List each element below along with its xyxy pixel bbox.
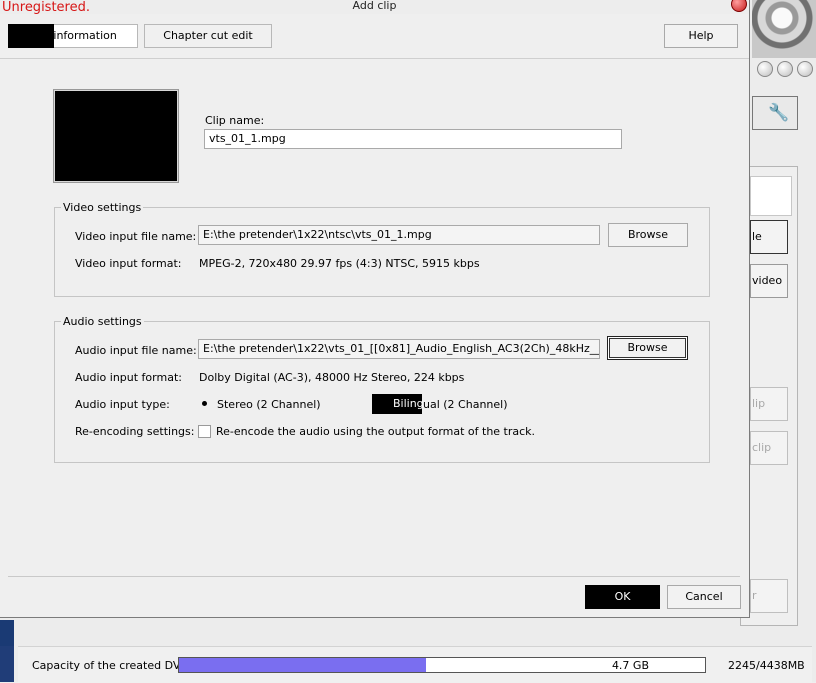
capacity-progress-fill bbox=[179, 658, 427, 672]
background-button-r[interactable]: r bbox=[750, 579, 788, 613]
minimize-icon[interactable] bbox=[757, 61, 773, 77]
background-button-clip-2[interactable]: clip bbox=[750, 431, 788, 465]
help-button[interactable]: Help bbox=[664, 24, 738, 48]
video-browse-button[interactable]: Browse bbox=[608, 223, 688, 247]
capacity-progress: 4.7 GB bbox=[178, 657, 706, 673]
capacity-bar-row: Capacity of the created DVD: 4.7 GB 2245… bbox=[18, 646, 812, 683]
reencode-checkbox-text[interactable]: Re-encode the audio using the output for… bbox=[216, 425, 535, 438]
bilingual-radio-label[interactable]: ual (2 Channel) bbox=[423, 398, 508, 411]
audio-type-label: Audio input type: bbox=[75, 398, 170, 411]
audio-file-input[interactable]: E:\the pretender\1x22\vts_01_[[0x81]_Aud… bbox=[198, 339, 600, 359]
audio-browse-button[interactable]: Browse bbox=[607, 336, 688, 360]
video-settings-group: Video settings bbox=[54, 201, 710, 297]
redaction-block: Biling bbox=[372, 394, 424, 414]
video-file-label: Video input file name: bbox=[75, 230, 197, 243]
capacity-size: 4.7 GB bbox=[611, 659, 649, 672]
clip-name-input[interactable]: vts_01_1.mpg bbox=[204, 129, 622, 149]
window-controls bbox=[757, 61, 813, 77]
audio-settings-title: Audio settings bbox=[61, 315, 144, 328]
tab-chapter-cut-edit[interactable]: Chapter cut edit bbox=[144, 24, 272, 48]
add-clip-dialog: Add clip Unregistered. Clip information … bbox=[0, 0, 750, 618]
tab-bar: Clip information Chapter cut edit Help bbox=[0, 14, 749, 59]
webcam-icon bbox=[752, 0, 816, 58]
dialog-separator bbox=[8, 576, 740, 577]
unregistered-label: Unregistered. bbox=[2, 0, 90, 15]
video-format-label: Video input format: bbox=[75, 257, 182, 270]
reencode-checkbox[interactable] bbox=[198, 425, 211, 438]
background-button-clip[interactable]: lip bbox=[750, 387, 788, 421]
video-settings-title: Video settings bbox=[61, 201, 144, 214]
capacity-label: Capacity of the created DVD: bbox=[32, 659, 193, 672]
redaction-block bbox=[8, 24, 54, 48]
clip-preview bbox=[54, 90, 178, 182]
stereo-radio[interactable] bbox=[199, 398, 211, 410]
close-icon[interactable] bbox=[797, 61, 813, 77]
video-file-input[interactable]: E:\the pretender\1x22\ntsc\vts_01_1.mpg bbox=[198, 225, 600, 245]
cancel-button[interactable]: Cancel bbox=[667, 585, 741, 609]
ok-button[interactable]: OK bbox=[585, 585, 660, 609]
stereo-radio-label[interactable]: Stereo (2 Channel) bbox=[217, 398, 321, 411]
audio-format-value: Dolby Digital (AC-3), 48000 Hz Stereo, 2… bbox=[199, 371, 465, 384]
maximize-icon[interactable] bbox=[777, 61, 793, 77]
radio-selected-dot bbox=[202, 401, 207, 406]
clip-name-label: Clip name: bbox=[205, 114, 265, 127]
dialog-title: Add clip bbox=[352, 0, 397, 12]
background-desktop-edge-2 bbox=[0, 646, 14, 682]
background-preview-box bbox=[750, 176, 792, 216]
wrench-icon: 🔧 bbox=[768, 103, 790, 123]
video-format-value: MPEG-2, 720x480 29.97 fps (4:3) NTSC, 59… bbox=[199, 257, 480, 270]
background-button-video[interactable]: video bbox=[750, 264, 788, 298]
background-button-title[interactable]: le bbox=[750, 220, 788, 254]
background-desktop-edge bbox=[0, 620, 14, 646]
bilingual-radio-label-prefix: Biling bbox=[393, 397, 424, 410]
audio-file-label: Audio input file name: bbox=[75, 344, 197, 357]
reencode-label: Re-encoding settings: bbox=[75, 425, 195, 438]
audio-format-label: Audio input format: bbox=[75, 371, 182, 384]
capacity-usage: 2245/4438MB bbox=[728, 659, 805, 672]
dialog-titlebar[interactable]: Add clip Unregistered. bbox=[0, 0, 749, 15]
